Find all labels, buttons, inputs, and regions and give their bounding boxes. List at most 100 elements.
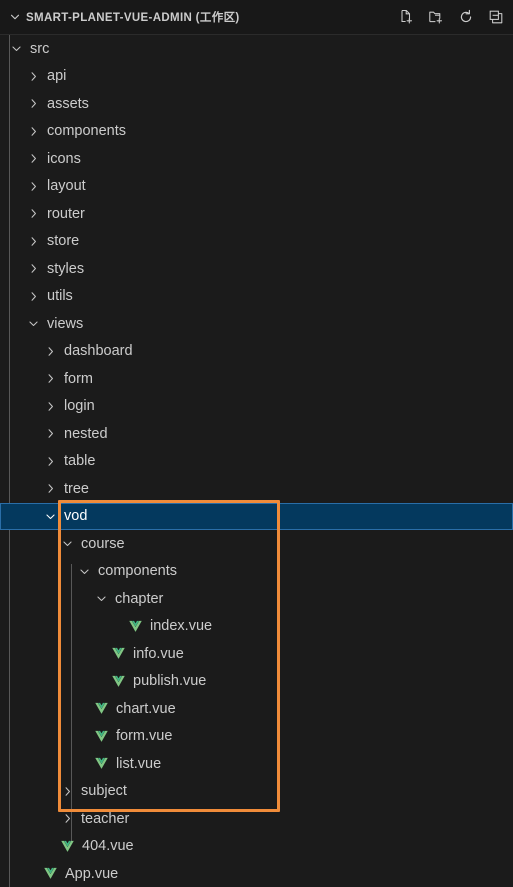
vue-file-icon [110, 673, 127, 690]
tree-item-label: styles [47, 260, 85, 277]
tree-item-label: api [47, 68, 67, 84]
chevron-down-icon[interactable] [42, 508, 59, 525]
tree-item-file[interactable]: form.vue [0, 723, 513, 751]
tree-item-folder[interactable]: nested [0, 420, 513, 448]
tree-item-label: src [30, 40, 50, 57]
tree-item-label: views [47, 315, 84, 332]
chevron-right-icon[interactable] [25, 178, 42, 195]
new-folder-icon[interactable] [425, 6, 447, 28]
collapse-all-icon[interactable] [485, 6, 507, 28]
tree-item-label: subject [81, 783, 127, 799]
tree-item-label: list.vue [116, 755, 162, 772]
tree-item-file[interactable]: publish.vue [0, 668, 513, 696]
tree-item-folder[interactable]: api [0, 63, 513, 91]
tree-item-label: table [64, 453, 96, 469]
vue-file-icon [110, 645, 127, 662]
tree-item-file[interactable]: list.vue [0, 750, 513, 778]
new-file-icon[interactable] [395, 6, 417, 28]
vue-file-icon [93, 700, 110, 717]
tree-item-label: chart.vue [116, 700, 176, 717]
tree-item-folder[interactable]: vod [0, 502, 513, 530]
tree-item-label: App.vue [65, 865, 119, 882]
chevron-down-icon[interactable] [93, 590, 110, 607]
chevron-right-icon[interactable] [25, 205, 42, 222]
tree-item-folder[interactable]: utils [0, 283, 513, 311]
chevron-down-icon[interactable] [76, 563, 93, 580]
chevron-right-icon[interactable] [42, 480, 59, 497]
tree-item-folder[interactable]: chapter [0, 585, 513, 613]
chevron-right-icon[interactable] [42, 453, 59, 470]
tree-item-label: store [47, 233, 80, 249]
chevron-right-icon[interactable] [59, 783, 76, 800]
workspace-title: SMART-PLANET-VUE-ADMIN (工作区) [26, 12, 240, 24]
chevron-right-icon[interactable] [25, 260, 42, 277]
tree-item-folder[interactable]: icons [0, 145, 513, 173]
chevron-right-icon[interactable] [42, 425, 59, 442]
tree-item-file[interactable]: info.vue [0, 640, 513, 668]
chevron-right-icon[interactable] [25, 68, 42, 85]
tree-item-file[interactable]: chart.vue [0, 695, 513, 723]
tree-item-label: nested [64, 425, 108, 442]
tree-item-label: icons [47, 150, 81, 167]
tree-item-label: layout [47, 178, 86, 194]
tree-item-folder[interactable]: login [0, 393, 513, 421]
chevron-down-icon[interactable] [6, 8, 24, 26]
tree-item-label: assets [47, 95, 89, 112]
tree-item-label: form.vue [116, 728, 173, 744]
tree-item-folder[interactable]: components [0, 558, 513, 586]
tree-item-folder[interactable]: views [0, 310, 513, 338]
explorer-toolbar [395, 0, 507, 34]
chevron-right-icon[interactable] [25, 288, 42, 305]
chevron-right-icon[interactable] [25, 233, 42, 250]
vue-file-icon [127, 618, 144, 635]
tree-item-folder[interactable]: table [0, 448, 513, 476]
vue-file-icon [93, 755, 110, 772]
vue-file-icon [93, 728, 110, 745]
chevron-right-icon[interactable] [59, 810, 76, 827]
chevron-right-icon[interactable] [25, 123, 42, 140]
chevron-right-icon[interactable] [25, 95, 42, 112]
chevron-down-icon[interactable] [8, 40, 25, 57]
chevron-right-icon[interactable] [25, 150, 42, 167]
chevron-right-icon[interactable] [42, 398, 59, 415]
chevron-down-icon[interactable] [25, 315, 42, 332]
tree-item-label: info.vue [133, 645, 184, 662]
tree-item-label: teacher [81, 810, 130, 827]
tree-item-folder[interactable]: layout [0, 173, 513, 201]
vue-file-icon [42, 865, 59, 882]
tree-item-label: vod [64, 508, 88, 524]
chevron-down-icon[interactable] [59, 535, 76, 552]
tree-item-folder[interactable]: components [0, 118, 513, 146]
tree-item-label: publish.vue [133, 673, 207, 689]
tree-item-label: chapter [115, 590, 164, 607]
tree-item-file[interactable]: App.vue [0, 860, 513, 887]
explorer-header: SMART-PLANET-VUE-ADMIN (工作区) [0, 0, 513, 35]
tree-item-folder[interactable]: store [0, 228, 513, 256]
tree-item-folder[interactable]: router [0, 200, 513, 228]
tree-item-label: 404.vue [82, 838, 134, 854]
refresh-icon[interactable] [455, 6, 477, 28]
tree-item-folder[interactable]: teacher [0, 805, 513, 833]
vue-file-icon [59, 838, 76, 855]
tree-item-folder[interactable]: subject [0, 778, 513, 806]
tree-item-label: tree [64, 480, 89, 497]
tree-item-label: login [64, 398, 95, 414]
tree-item-label: form [64, 370, 93, 387]
tree-item-folder[interactable]: form [0, 365, 513, 393]
tree-item-label: components [98, 563, 177, 579]
tree-item-folder[interactable]: assets [0, 90, 513, 118]
tree-item-file[interactable]: 404.vue [0, 833, 513, 861]
tree-item-label: course [81, 535, 125, 552]
tree-item-folder[interactable]: tree [0, 475, 513, 503]
chevron-right-icon[interactable] [42, 370, 59, 387]
tree-item-label: utils [47, 288, 73, 304]
tree-item-folder[interactable]: course [0, 530, 513, 558]
tree-item-folder[interactable]: src [0, 35, 513, 63]
chevron-right-icon[interactable] [42, 343, 59, 360]
tree-item-file[interactable]: index.vue [0, 613, 513, 641]
tree-item-label: index.vue [150, 618, 213, 634]
tree-item-label: dashboard [64, 343, 133, 359]
file-explorer-tree[interactable]: src api assets components icons layout router s… [0, 35, 513, 887]
tree-item-folder[interactable]: styles [0, 255, 513, 283]
tree-item-folder[interactable]: dashboard [0, 338, 513, 366]
